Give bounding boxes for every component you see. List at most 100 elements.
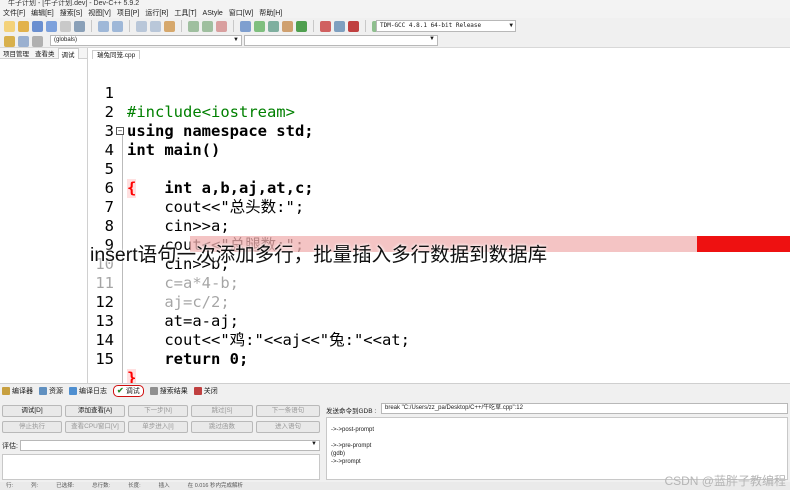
step-into-button[interactable]: 单步进入[I]	[128, 421, 188, 433]
code-line: 8 cout<<"总腿数:";	[88, 198, 305, 254]
debug-button[interactable]: 调试[D]	[2, 405, 62, 417]
eval-label: 评估:	[2, 443, 18, 450]
status-line: 行:	[6, 483, 14, 489]
menu-astyle[interactable]: AStyle	[200, 10, 226, 17]
find-icon[interactable]	[136, 20, 147, 32]
tab-project[interactable]: 项目管理	[0, 48, 32, 58]
left-panel-tabs: 项目管理 查看类 调试	[0, 47, 87, 59]
tab-label: 资源	[49, 387, 63, 395]
chevron-down-icon: ▼	[233, 37, 239, 43]
eval-input[interactable]: ▼	[20, 440, 320, 451]
line-text: cout<<"鸡:"<<aj<<"兔:"<<at;	[127, 331, 410, 349]
menu-window[interactable]: 窗口[W]	[226, 8, 257, 18]
tab-label: 编译日志	[79, 387, 107, 395]
goto-icon[interactable]	[164, 20, 175, 32]
cpu-window-button[interactable]: 查看CPU窗口[V]	[65, 421, 125, 433]
code-editor[interactable]: 瑞兔同笼.cpp 1 #include<iostream> 2 using na…	[88, 48, 790, 388]
check-syntax-icon[interactable]	[296, 20, 307, 32]
skip-button[interactable]: 跳过[S]	[191, 405, 253, 417]
debug-check-icon: ✔	[117, 386, 124, 395]
tab-search-results[interactable]: 搜索结果	[149, 386, 188, 396]
compiler-select[interactable]: TDM-GCC 4.8.1 64-bit Release ▼	[376, 20, 516, 32]
code-line: 6 cout<<"总头数:";	[88, 160, 305, 216]
tab-resources[interactable]: 资源	[39, 386, 63, 396]
tab-classes[interactable]: 查看类	[32, 48, 58, 58]
redo-icon[interactable]	[112, 20, 123, 32]
new-project-icon[interactable]	[188, 20, 199, 32]
debug-icon[interactable]	[348, 20, 359, 32]
menu-help[interactable]: 帮助[H]	[256, 8, 285, 18]
left-panel: 项目管理 查看类 调试	[0, 47, 88, 383]
print-icon[interactable]	[74, 20, 85, 32]
next-step-button[interactable]: 下一步[N]	[128, 405, 188, 417]
toolbar-separator	[91, 20, 92, 32]
editor-file-tab[interactable]: 瑞兔同笼.cpp	[92, 50, 141, 59]
line-text: return 0;	[127, 350, 249, 368]
toolbar-separator	[233, 20, 234, 32]
compile-icon[interactable]	[240, 20, 251, 32]
status-column: 列:	[31, 483, 39, 489]
code-line: 13 cout<<"鸡:"<<aj<<"兔:"<<at;	[88, 293, 410, 349]
run-icon[interactable]	[254, 20, 265, 32]
replace-icon[interactable]	[150, 20, 161, 32]
compile-run-icon[interactable]	[268, 20, 279, 32]
menu-file[interactable]: 文件[F]	[0, 8, 28, 18]
chevron-down-icon: ▼	[509, 22, 513, 29]
remove-from-project-icon[interactable]	[216, 20, 227, 32]
add-to-project-icon[interactable]	[202, 20, 213, 32]
tab-close[interactable]: 关闭	[193, 386, 218, 396]
globals-select[interactable]: (globals) ▼	[50, 35, 242, 46]
line-text: int a,b,aj,at,c;	[127, 179, 314, 197]
gdb-output-line: ->->post-prompt	[331, 427, 375, 433]
tab-debug[interactable]: 调试	[57, 47, 79, 59]
chart-icon[interactable]	[334, 20, 345, 32]
status-total-lines: 总行数:	[92, 483, 111, 489]
save-all-icon[interactable]	[46, 20, 57, 32]
gdb-output-line	[331, 434, 783, 442]
menu-search[interactable]: 搜索[S]	[57, 8, 86, 18]
chevron-down-icon: ▼	[429, 36, 435, 42]
fold-minus-icon[interactable]: −	[116, 127, 124, 135]
tab-debug-output[interactable]: ✔ 调试	[113, 384, 144, 397]
menu-tools[interactable]: 工具[T]	[171, 8, 199, 18]
scope-select[interactable]: ▼	[244, 35, 438, 46]
tab-label: 调试	[125, 387, 140, 395]
stop-execution-button[interactable]: 停止执行	[2, 421, 62, 433]
compile-log-icon	[69, 386, 77, 395]
code-line: 7 cin>>a;	[88, 179, 230, 235]
gdb-output-line: (gdb)	[331, 451, 346, 457]
line-text: cin>>a;	[127, 217, 230, 235]
next-statement-button[interactable]: 下一条语句	[256, 405, 320, 417]
toolbar-separator	[129, 20, 130, 32]
gdb-output: ->->post-prompt ->->pre-prompt (gdb) ->-…	[326, 417, 788, 480]
save-icon[interactable]	[32, 20, 43, 32]
gdb-command-label: 发送命令到GDB :	[326, 408, 377, 415]
step-in-statement-button[interactable]: 进入语句	[256, 421, 320, 433]
toggle-comment-icon[interactable]	[18, 36, 29, 47]
gdb-command-input[interactable]: break "C:/Users/zz_pa/Desktop/C++/牛吃草.cp…	[381, 403, 788, 414]
rebuild-icon[interactable]	[282, 20, 293, 32]
insert-icon[interactable]	[4, 36, 15, 47]
close-file-icon[interactable]	[60, 20, 71, 32]
stop-icon[interactable]	[320, 20, 331, 32]
status-parse-time: 在 0.016 秒内完成解析	[187, 483, 243, 489]
menu-run[interactable]: 运行[R]	[142, 8, 171, 18]
tab-compiler[interactable]: 编译器	[2, 386, 33, 396]
menu-edit[interactable]: 编辑[E]	[28, 8, 57, 18]
indent-icon[interactable]	[32, 36, 43, 47]
line-text: c=a*4-b;	[127, 274, 239, 292]
add-watch-button[interactable]: 添加查看[A]	[65, 405, 125, 417]
undo-icon[interactable]	[98, 20, 109, 32]
tab-label: 编译器	[12, 387, 33, 395]
new-file-icon[interactable]	[4, 20, 15, 32]
menu-view[interactable]: 视图[V]	[85, 8, 114, 18]
line-text: at=a-aj;	[127, 312, 239, 330]
skip-function-button[interactable]: 跳过函数	[191, 421, 253, 433]
tab-compile-log[interactable]: 编译日志	[69, 386, 107, 396]
chevron-down-icon: ▼	[311, 441, 317, 447]
code-line: 2 using namespace std;	[88, 84, 314, 140]
open-folder-icon[interactable]	[18, 20, 29, 32]
compiler-select-value: TDM-GCC 4.8.1 64-bit Release	[380, 22, 482, 29]
globals-select-value: (globals)	[54, 37, 78, 43]
menu-project[interactable]: 项目[P]	[114, 8, 143, 18]
